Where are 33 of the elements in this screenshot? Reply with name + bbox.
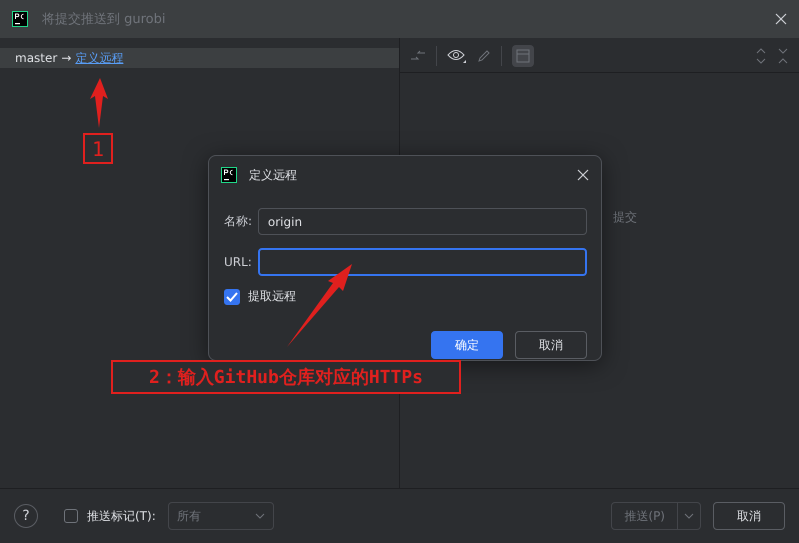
chevron-down-icon	[254, 513, 265, 519]
window-title: 将提交推送到 gurobi	[42, 11, 166, 28]
eye-icon[interactable]	[447, 48, 467, 64]
dialog-title: 定义远程	[249, 166, 298, 184]
define-remote-link[interactable]: 定义远程	[75, 50, 124, 66]
help-button[interactable]: ?	[14, 504, 38, 528]
pencil-icon[interactable]	[477, 49, 491, 63]
arrow-text: →	[61, 51, 72, 65]
annotation-arrow	[90, 78, 108, 128]
ok-button[interactable]: 确定	[431, 331, 503, 359]
chevron-down-icon	[684, 513, 694, 519]
expand-icon[interactable]	[755, 48, 767, 64]
field-label: URL:	[224, 255, 253, 269]
fetch-remote-label: 提取远程	[248, 288, 296, 305]
cancel-button[interactable]: 取消	[713, 502, 785, 530]
input-field[interactable]: origin	[258, 208, 587, 235]
push-tags-label: 推送标记(T):	[87, 508, 156, 524]
input-field[interactable]	[258, 248, 587, 276]
branch-name: master	[15, 51, 58, 65]
step-number-label: 1	[83, 133, 113, 164]
close-icon[interactable]	[775, 13, 787, 25]
collapse-icon[interactable]	[777, 48, 789, 64]
annotation-note: 2：输入GitHub仓库对应的HTTPs	[111, 360, 461, 394]
field-label: 名称:	[224, 213, 254, 230]
branch-row[interactable]: master → 定义远程	[0, 48, 399, 68]
close-icon[interactable]	[577, 169, 589, 181]
app-logo-icon	[12, 11, 28, 27]
layout-icon[interactable]	[516, 49, 530, 63]
checkbox[interactable]	[64, 509, 78, 523]
checkbox[interactable]	[224, 288, 240, 304]
cancel-button[interactable]: 取消	[515, 331, 587, 359]
empty-hint: 提交	[613, 209, 638, 226]
app-logo-icon	[221, 167, 237, 183]
